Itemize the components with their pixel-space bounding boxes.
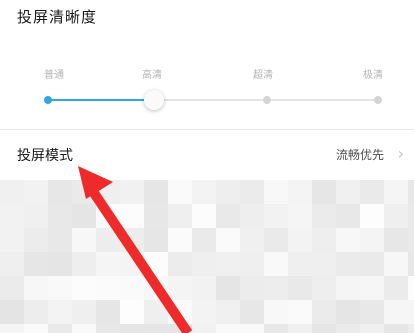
red-arrow-icon [78,166,193,333]
